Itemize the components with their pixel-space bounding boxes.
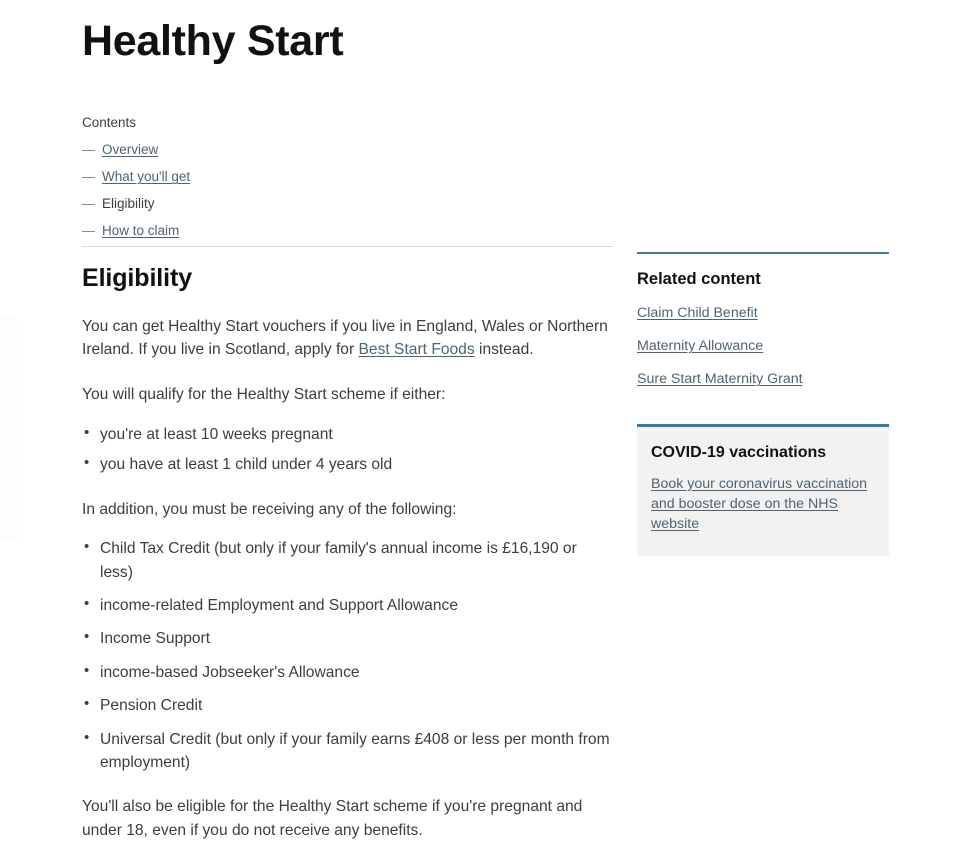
list-item: Income Support: [82, 626, 613, 650]
closing-paragraph: You'll also be eligible for the Healthy …: [82, 798, 583, 840]
intro-text-after: instead.: [474, 341, 534, 359]
list-item: Pension Credit: [82, 693, 613, 717]
em-dash-icon: —: [82, 195, 95, 211]
contents-item-eligibility: — Eligibility: [82, 191, 402, 218]
benefits-lead-paragraph: In addition, you must be receiving any o…: [82, 500, 457, 518]
contents-link-what-youll-get[interactable]: What you'll get: [102, 168, 190, 186]
contents-item-how-to-claim[interactable]: — How to claim: [82, 218, 402, 245]
related-link-maternity-allowance[interactable]: Maternity Allowance: [637, 338, 763, 354]
related-content-links: Claim Child Benefit Maternity Allowance …: [637, 304, 889, 390]
qualify-list: you're at least 10 weeks pregnant you ha…: [82, 422, 613, 477]
covid-booking-link[interactable]: Book your coronavirus vaccination and bo…: [651, 474, 875, 534]
list-item: you're at least 10 weeks pregnant: [82, 422, 613, 446]
page-title: Healthy Start: [82, 17, 344, 65]
list-item: Child Tax Credit (but only if your famil…: [82, 536, 613, 584]
sidebar: Related content Claim Child Benefit Mate…: [637, 252, 889, 556]
contents-label: Contents: [82, 115, 137, 130]
list-item: Universal Credit (but only if your famil…: [82, 727, 613, 775]
section-title: Eligibility: [82, 264, 193, 292]
best-start-foods-link[interactable]: Best Start Foods: [359, 341, 475, 358]
related-content-title: Related content: [637, 270, 761, 288]
list-item: you have at least 1 child under 4 years …: [82, 452, 613, 476]
em-dash-icon: —: [82, 168, 95, 184]
main-content: Eligibility You can get Healthy Start vo…: [82, 246, 613, 864]
contents-nav: Contents — Overview — What you'll get — …: [82, 114, 402, 245]
related-link-claim-child-benefit[interactable]: Claim Child Benefit: [637, 305, 758, 321]
contents-current-eligibility: Eligibility: [102, 195, 155, 211]
contents-link-how-to-claim[interactable]: How to claim: [102, 222, 179, 240]
contents-item-what-youll-get[interactable]: — What you'll get: [82, 164, 402, 191]
covid-callout-title: COVID-19 vaccinations: [651, 444, 827, 462]
list-item: Claim Child Benefit: [637, 304, 889, 323]
em-dash-icon: —: [82, 222, 95, 238]
contents-list: — Overview — What you'll get — Eligibili…: [82, 137, 402, 245]
contents-link-overview[interactable]: Overview: [102, 141, 158, 159]
list-item: income-based Jobseeker's Allowance: [82, 660, 613, 684]
guidance-page: Healthy Start Contents — Overview — What…: [0, 0, 960, 839]
qualify-lead-paragraph: You will qualify for the Healthy Start s…: [82, 386, 446, 404]
contents-item-overview[interactable]: — Overview: [82, 137, 402, 164]
intro-paragraph: You can get Healthy Start vouchers if yo…: [82, 315, 613, 362]
list-item: Sure Start Maternity Grant: [637, 370, 889, 389]
related-link-sure-start-maternity-grant[interactable]: Sure Start Maternity Grant: [637, 371, 803, 387]
benefits-list: Child Tax Credit (but only if your famil…: [82, 536, 613, 775]
list-item: Maternity Allowance: [637, 337, 889, 356]
em-dash-icon: —: [82, 141, 95, 157]
section-divider: [82, 246, 613, 247]
related-content-block: Related content Claim Child Benefit Mate…: [637, 252, 889, 389]
covid-vaccinations-callout: COVID-19 vaccinations Book your coronavi…: [637, 424, 889, 556]
list-item: income-related Employment and Support Al…: [82, 593, 613, 617]
